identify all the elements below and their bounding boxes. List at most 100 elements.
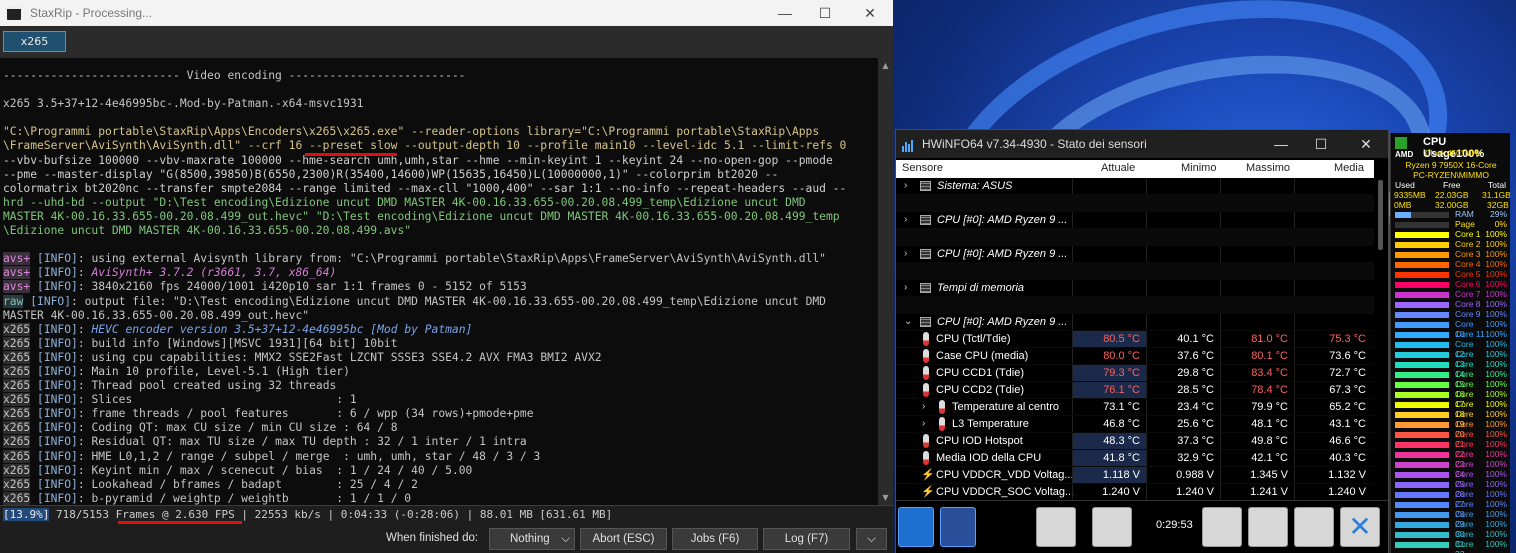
log-line: x265 [INFO]: Thread pool created using 3… xyxy=(0,379,878,393)
value-avg: 73.6 °C xyxy=(1294,348,1372,364)
usage-bar xyxy=(1395,382,1449,388)
report-add-icon[interactable] xyxy=(1248,507,1288,547)
usage-percent: 100% xyxy=(1485,299,1507,309)
log-highlight: HEVC encoder version 3.5+37+12-4e46995bc… xyxy=(91,322,473,336)
minimize-icon[interactable]: — xyxy=(770,2,800,24)
sensor-row[interactable]: Media IOD della CPU 41.8 °C 32.9 °C 42.1 °C… xyxy=(896,450,1374,467)
sensor-group-row[interactable]: › CPU [#0]: AMD Ryzen 9 ... xyxy=(896,212,1374,229)
scroll-up-icon[interactable]: ▲ xyxy=(878,58,893,73)
log-line: MASTER 4K-00.16.33.655-00.20.08.499_out.… xyxy=(0,210,878,224)
sensor-row[interactable]: › L3 Temperature 46.8 °C 25.6 °C 48.1 °C 43.1… xyxy=(896,416,1374,433)
usage-bar xyxy=(1395,302,1449,308)
arrows-swap-icon[interactable] xyxy=(898,507,934,547)
value-avg: 46.6 °C xyxy=(1294,433,1372,449)
usage-percent: 100% xyxy=(1485,259,1507,269)
scroll-thumb[interactable] xyxy=(1378,180,1383,250)
minimize-icon[interactable]: — xyxy=(1266,133,1296,155)
thermometer-icon xyxy=(939,417,945,431)
expand-chevron-icon[interactable]: › xyxy=(922,401,925,412)
expand-chevron-icon[interactable]: › xyxy=(904,248,907,259)
settings-gear-icon[interactable] xyxy=(1294,507,1334,547)
log-text: hrd --uhd-bd --output "D:\Test encoding\… xyxy=(3,195,806,209)
header-sensor[interactable]: Sensore xyxy=(902,162,943,174)
value-max: 83.4 °C xyxy=(1220,365,1294,381)
tab-x265[interactable]: x265 xyxy=(3,31,66,52)
encoding-log[interactable]: -------------------------- Video encodin… xyxy=(0,58,878,505)
clock-icon[interactable] xyxy=(1202,507,1242,547)
sensor-row[interactable]: CPU CCD2 (Tdie) 76.1 °C 28.5 °C 78.4 °C 67.3… xyxy=(896,382,1374,399)
sensor-row[interactable]: ⚡ CPU VDDCR_SOC Voltag... 1.240 V 1.240 V 1.… xyxy=(896,484,1374,500)
sensor-row[interactable]: CPU IOD Hotspot 48.3 °C 37.3 °C 49.8 °C 46.6… xyxy=(896,433,1374,450)
header-max[interactable]: Massimo xyxy=(1246,162,1290,174)
when-finished-select[interactable]: Nothing ⌵ xyxy=(489,528,575,550)
expand-chevron-icon[interactable]: › xyxy=(904,180,907,191)
usage-bar xyxy=(1395,412,1449,418)
sensor-group-name: CPU [#0]: AMD Ryzen 9 ... xyxy=(937,316,1068,328)
scroll-down-icon[interactable]: ▼ xyxy=(878,490,893,505)
mem-header-used: Used xyxy=(1395,180,1415,190)
more-options-button[interactable]: ⌵ xyxy=(856,528,887,550)
sensor-row[interactable]: › Temperature al centro 73.1 °C 23.4 °C 79.9… xyxy=(896,399,1374,416)
header-min[interactable]: Minimo xyxy=(1181,162,1216,174)
sensor-scrollbar[interactable] xyxy=(1374,178,1388,500)
log-info-tag: [INFO] xyxy=(37,477,78,491)
close-icon[interactable]: ✕ xyxy=(855,2,885,24)
log-text: : xyxy=(77,322,92,336)
log-line: avs+ [INFO]: using external Avisynth lib… xyxy=(0,252,878,266)
abort-button[interactable]: Abort (ESC) xyxy=(580,528,667,550)
header-avg[interactable]: Media xyxy=(1334,162,1364,174)
log-line: avs+ [INFO]: 3840x2160 fps 24000/1001 i4… xyxy=(0,280,878,294)
usage-bar xyxy=(1395,332,1449,338)
collapse-arrows-icon[interactable] xyxy=(940,507,976,547)
log-text: "C:\Programmi portable\StaxRip\Apps\Enco… xyxy=(3,125,820,139)
sensor-row[interactable]: ⚡ CPU VDDCR_VDD Voltag... 1.118 V 0.988 V 1.… xyxy=(896,467,1374,484)
log-button[interactable]: Log (F7) xyxy=(763,528,850,550)
usage-bar xyxy=(1395,372,1449,378)
usage-percent: 100% xyxy=(1485,409,1507,419)
expand-chevron-icon[interactable]: › xyxy=(922,418,925,429)
network-icon[interactable] xyxy=(1092,507,1132,547)
jobs-button[interactable]: Jobs (F6) xyxy=(672,528,758,550)
sensor-row[interactable]: CPU (Tctl/Tdie) 80.5 °C 40.1 °C 81.0 °C 75.3… xyxy=(896,331,1374,348)
sensor-group-row[interactable]: › Tempi di memoria xyxy=(896,280,1374,297)
usage-bar xyxy=(1395,322,1449,328)
log-tag: x265 xyxy=(3,379,31,393)
log-text: : build info [Windows][MSVC 1931][64 bit… xyxy=(77,336,398,350)
log-info-tag: [INFO] xyxy=(37,449,78,463)
usage-bar xyxy=(1395,292,1449,298)
value-min: 40.1 °C xyxy=(1146,331,1220,347)
log-text: : output file: "D:\Test encoding\Edizion… xyxy=(71,294,826,308)
staxrip-window: StaxRip - Processing... — ☐ ✕ x265 -----… xyxy=(0,0,893,553)
usage-bar xyxy=(1395,252,1449,258)
sensor-group-row[interactable]: › CPU [#0]: AMD Ryzen 9 ... xyxy=(896,246,1374,263)
log-line: -------------------------- Video encodin… xyxy=(0,69,878,83)
log-line: \FrameServer\AviSynth\AviSynth.dll" --cr… xyxy=(0,139,878,153)
maximize-icon[interactable]: ☐ xyxy=(1306,133,1336,155)
sensor-row[interactable]: Case CPU (media) 80.0 °C 37.6 °C 80.1 °C 73.… xyxy=(896,348,1374,365)
sensor-name: Temperature al centro xyxy=(952,401,1059,413)
expand-chevron-icon[interactable]: ⌄ xyxy=(904,316,912,327)
value-avg: 75.3 °C xyxy=(1294,331,1372,347)
usage-percent: 100% xyxy=(1485,229,1507,239)
value-current: 41.8 °C xyxy=(1072,450,1146,466)
log-line: --vbv-bufsize 100000 --vbv-maxrate 10000… xyxy=(0,154,878,168)
log-text: : Keyint min / max / scenecut / bias : 1… xyxy=(77,463,473,477)
maximize-icon[interactable]: ☐ xyxy=(810,2,840,24)
value-min: 37.3 °C xyxy=(1146,433,1220,449)
expand-chevron-icon[interactable]: › xyxy=(904,214,907,225)
sensor-row[interactable]: CPU CCD1 (Tdie) 79.3 °C 29.8 °C 83.4 °C 72.7… xyxy=(896,365,1374,382)
close-x-icon[interactable]: ✕ xyxy=(1340,507,1380,547)
usage-bar xyxy=(1395,232,1449,238)
usage-percent: 100% xyxy=(1485,269,1507,279)
log-tag: x265 xyxy=(3,463,31,477)
pc-name: PC-RYZEN\MIMMO xyxy=(1413,170,1489,180)
sensor-group-row[interactable]: ⌄ CPU [#0]: AMD Ryzen 9 ... xyxy=(896,314,1374,331)
log-scrollbar[interactable]: ▲ ▼ xyxy=(878,58,893,505)
log-line: x265 [INFO]: Lookahead / bframes / badap… xyxy=(0,477,878,492)
value-min: 1.240 V xyxy=(1146,484,1220,500)
close-icon[interactable]: ✕ xyxy=(1351,133,1381,155)
expand-chevron-icon[interactable]: › xyxy=(904,282,907,293)
monitor-icon[interactable] xyxy=(1036,507,1076,547)
sensor-group-row[interactable]: › Sistema: ASUS xyxy=(896,178,1374,195)
header-current[interactable]: Attuale xyxy=(1101,162,1135,174)
